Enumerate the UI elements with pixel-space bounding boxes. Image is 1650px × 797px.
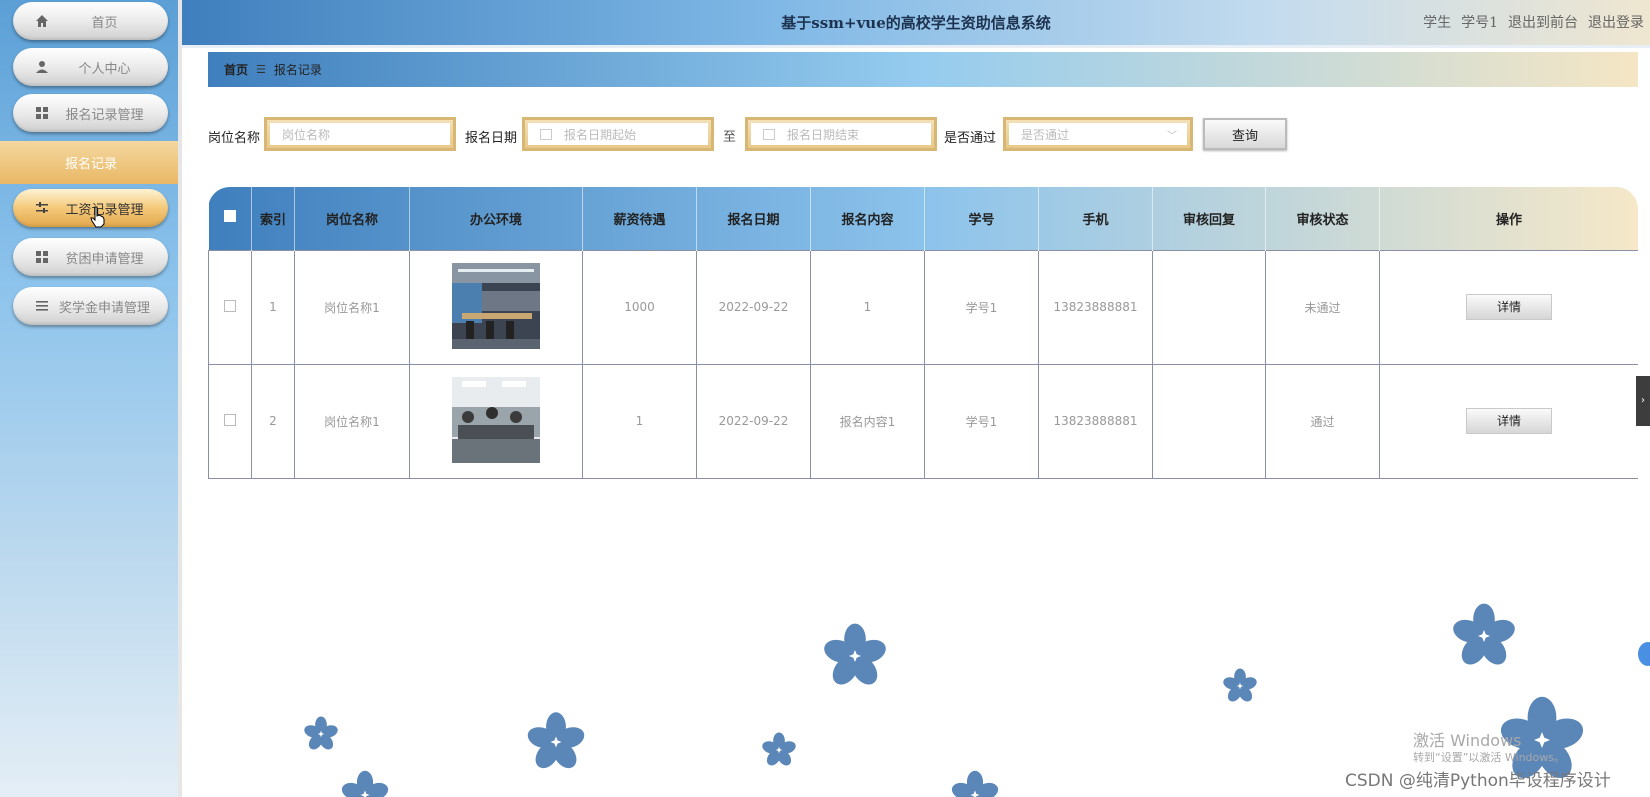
cell-status: 未通过: [1265, 249, 1380, 365]
cell-action: 详情: [1379, 363, 1638, 479]
windows-watermark: 激活 Windows: [1413, 731, 1522, 750]
list-icon: [36, 301, 48, 311]
cell-date: 2022-09-22: [696, 363, 811, 479]
header-salary: 薪资待遇: [582, 187, 697, 250]
table-row: 2 岗位名称1 1 2022-09-22 报名内容1 学号1 138238888…: [208, 363, 1638, 479]
position-input[interactable]: 岗位名称: [264, 117, 456, 151]
cell-content: 报名内容1: [810, 363, 925, 479]
floating-dot[interactable]: [1638, 642, 1650, 666]
table-header-row: 索引 岗位名称 办公环境 薪资待遇 报名日期 报名内容 学号 手机 审核回复 审…: [208, 187, 1638, 250]
cell-salary: 1000: [582, 249, 697, 365]
breadcrumb: 首页 ☰ 报名记录: [208, 52, 1638, 87]
top-header: 基于ssm+vue的高校学生资助信息系统 学生 学号1 退出到前台 退出登录: [182, 0, 1650, 48]
date-start-placeholder: 报名日期起始: [564, 127, 637, 142]
select-all-checkbox[interactable]: [223, 210, 236, 223]
cell-student-id: 学号1: [924, 249, 1039, 365]
csdn-watermark: CSDN @纯清Python毕设程序设计: [1345, 771, 1611, 791]
cell-phone: 13823888881: [1038, 249, 1153, 365]
sidebar-item-scholarship[interactable]: 奖学金申请管理: [13, 287, 168, 325]
date-start-input[interactable]: 报名日期起始: [522, 117, 714, 151]
sidebar-item-profile[interactable]: 个人中心: [13, 48, 168, 86]
cell-index: 1: [251, 249, 295, 365]
calendar-icon: [763, 128, 775, 140]
date-end-input[interactable]: 报名日期结束: [745, 117, 937, 151]
header-action: 操作: [1379, 187, 1638, 250]
date-range-separator: 至: [723, 130, 737, 145]
cell-date: 2022-09-22: [696, 249, 811, 365]
position-placeholder: 岗位名称: [282, 127, 331, 142]
row-checkbox[interactable]: [224, 299, 236, 312]
chevron-down-icon: ﹀: [1167, 130, 1177, 142]
header-index: 索引: [251, 187, 295, 250]
header-content: 报名内容: [810, 187, 925, 250]
header-position: 岗位名称: [294, 187, 410, 250]
position-label: 岗位名称: [208, 131, 261, 146]
cell-reply: [1152, 249, 1266, 365]
search-bar: 岗位名称 岗位名称 报名日期 报名日期起始 至 报名日期结束 是否通过 是否通过…: [0, 117, 1650, 153]
breadcrumb-home[interactable]: 首页: [224, 61, 248, 78]
cell-reply: [1152, 363, 1266, 479]
logout-link[interactable]: 退出登录: [1588, 12, 1644, 32]
header-user-area: 学生 学号1 退出到前台 退出登录: [1423, 12, 1644, 32]
breadcrumb-separator-icon: ☰: [256, 63, 266, 76]
header-select-all[interactable]: [208, 187, 252, 250]
header-office: 办公环境: [409, 187, 583, 250]
sidebar-item-poverty[interactable]: 贫困申请管理: [13, 238, 168, 276]
cell-position: 岗位名称1: [294, 363, 410, 479]
records-table: 索引 岗位名称 办公环境 薪资待遇 报名日期 报名内容 学号 手机 审核回复 审…: [208, 187, 1638, 479]
table-row: 1 岗位名称1 1000 2022-09-22 1 学号1 1382388888…: [208, 249, 1638, 365]
date-end-placeholder: 报名日期结束: [787, 127, 860, 142]
pass-label: 是否通过: [944, 131, 997, 146]
office-photo: [452, 262, 540, 349]
query-button[interactable]: 查询: [1203, 118, 1287, 150]
header-date: 报名日期: [696, 187, 811, 250]
detail-button[interactable]: 详情: [1466, 294, 1552, 320]
date-label: 报名日期: [465, 131, 518, 146]
calendar-icon: [540, 128, 552, 140]
row-checkbox[interactable]: [224, 413, 236, 426]
user-icon: [36, 61, 48, 73]
header-phone: 手机: [1038, 187, 1153, 250]
header-reply: 审核回复: [1152, 187, 1266, 250]
home-icon: [36, 15, 48, 27]
cell-index: 2: [251, 363, 295, 479]
user-name: 学号1: [1461, 15, 1498, 31]
cell-status: 通过: [1265, 363, 1380, 479]
breadcrumb-current: 报名记录: [273, 63, 322, 77]
office-photo: [452, 376, 540, 463]
header-student-id: 学号: [924, 187, 1039, 250]
cell-office: [409, 363, 583, 479]
pass-select[interactable]: 是否通过 ﹀: [1003, 117, 1193, 151]
sidebar-item-home[interactable]: 首页: [13, 2, 168, 40]
cell-salary: 1: [582, 363, 697, 479]
user-role: 学生: [1423, 15, 1452, 31]
pass-placeholder: 是否通过: [1021, 127, 1070, 142]
cell-position: 岗位名称1: [294, 249, 410, 365]
grid-icon: [36, 251, 48, 263]
hand-cursor-icon: [90, 206, 105, 228]
cell-content: 1: [810, 249, 925, 365]
back-to-front-link[interactable]: 退出到前台: [1508, 12, 1578, 32]
cell-phone: 13823888881: [1038, 363, 1153, 479]
sliders-icon: [36, 202, 48, 213]
side-collapse-tab[interactable]: ›: [1636, 376, 1650, 426]
cell-student-id: 学号1: [924, 363, 1039, 479]
windows-watermark-sub: 转到“设置”以激活 Windows。: [1413, 751, 1565, 764]
detail-button[interactable]: 详情: [1466, 408, 1552, 434]
cell-action: 详情: [1379, 249, 1638, 365]
cell-office: [409, 249, 583, 365]
header-status: 审核状态: [1265, 187, 1380, 250]
